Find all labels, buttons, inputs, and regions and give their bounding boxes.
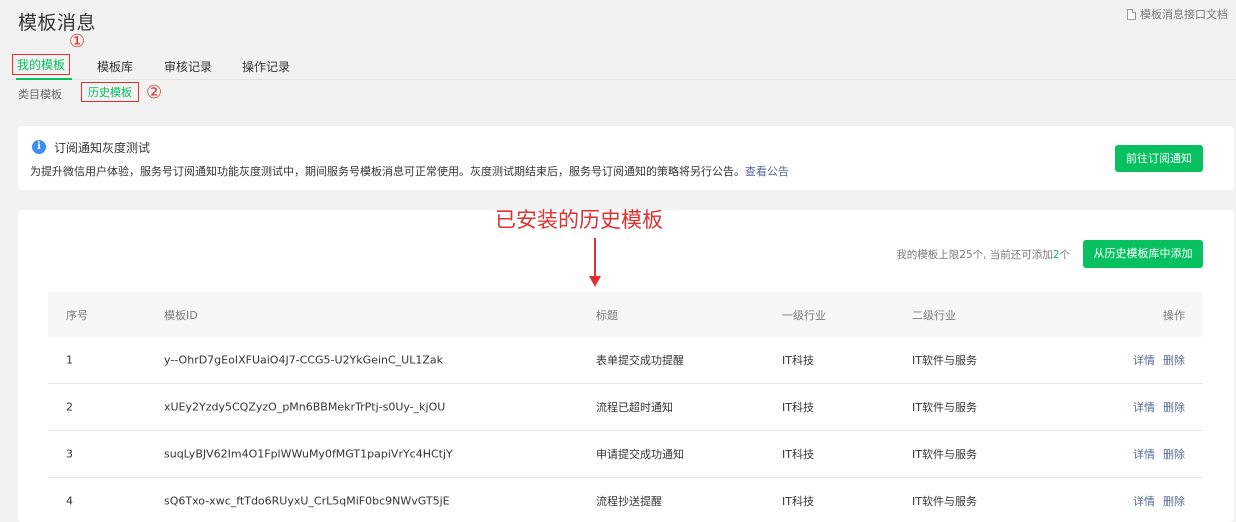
notice-title: 订阅通知灰度测试 — [54, 141, 151, 155]
tab-operation-records[interactable]: 操作记录 — [242, 58, 290, 75]
detail-link[interactable]: 详情 — [1133, 495, 1155, 508]
templates-table: 序号 模板ID 标题 一级行业 二级行业 操作 1 y--OhrD7gEoIXFU… — [48, 292, 1203, 522]
delete-link[interactable]: 删除 — [1163, 448, 1185, 461]
row-template-id: y--OhrD7gEoIXFUaiO4J7-CCG5-U2YkGeinC_UL1… — [164, 353, 443, 367]
template-limit-text: 我的模板上限25个, 当前还可添加2个 — [896, 249, 1070, 261]
row-title: 流程抄送提醒 — [596, 495, 662, 508]
row-operations: 详情 删除 — [1125, 352, 1185, 368]
row-title: 表单提交成功提醒 — [596, 354, 684, 367]
row-industry-1: IT科技 — [782, 354, 814, 367]
row-industry-1: IT科技 — [782, 495, 814, 508]
header-industry-1: 一级行业 — [782, 308, 826, 322]
detail-link[interactable]: 详情 — [1133, 401, 1155, 414]
active-tab-underline — [16, 78, 72, 80]
table-header: 序号 模板ID 标题 一级行业 二级行业 操作 — [48, 292, 1203, 337]
tab-my-templates[interactable]: 我的模板 — [12, 54, 71, 75]
header-operation: 操作 — [1163, 308, 1185, 322]
detail-link[interactable]: 详情 — [1133, 448, 1155, 461]
row-template-id: xUEy2Yzdy5CQZyzO_pMn6BBMekrTrPtj-s0Uy-_k… — [164, 400, 446, 414]
row-template-id: suqLyBJV62Im4O1FplWWuMy0fMGT1papiVrYc4HC… — [164, 447, 453, 461]
table-row: 3 suqLyBJV62Im4O1FplWWuMy0fMGT1papiVrYc4H… — [48, 431, 1203, 478]
row-number: 1 — [66, 353, 73, 367]
main-tabs: 我的模板 模板库 审核记录 操作记录 — [10, 52, 1236, 80]
row-template-id: sQ6Txo-xwc_ftTdo6RUyxU_CrL5qMiF0bc9NWvGT… — [164, 494, 450, 508]
subtab-history-templates[interactable]: 历史模板 — [81, 82, 139, 102]
row-number: 3 — [66, 447, 73, 461]
annotation-arrow-head — [589, 276, 601, 287]
go-subscribe-button[interactable]: 前往订阅通知 — [1115, 145, 1203, 172]
table-row: 1 y--OhrD7gEoIXFUaiO4J7-CCG5-U2YkGeinC_UL… — [48, 337, 1203, 384]
annotation-text: 已安装的历史模板 — [495, 208, 663, 232]
row-operations: 详情 删除 — [1125, 446, 1185, 462]
notice-description: 为提升微信用户体验，服务号订阅通知功能灰度测试中，期间服务号模板消息可正常使用。… — [30, 163, 789, 179]
doc-link[interactable]: 模板消息接口文档 — [1127, 6, 1228, 22]
delete-link[interactable]: 删除 — [1163, 354, 1185, 367]
notice-desc-text: 为提升微信用户体验，服务号订阅通知功能灰度测试中，期间服务号模板消息可正常使用。… — [30, 165, 745, 178]
row-operations: 详情 删除 — [1125, 399, 1185, 415]
row-operations: 详情 删除 — [1125, 493, 1185, 509]
table-row: 4 sQ6Txo-xwc_ftTdo6RUyxU_CrL5qMiF0bc9NWvG… — [48, 478, 1203, 522]
tab-template-library[interactable]: 模板库 — [97, 58, 133, 75]
row-industry-2: IT软件与服务 — [912, 401, 977, 414]
header-industry-2: 二级行业 — [912, 308, 956, 322]
header-template-id: 模板ID — [164, 308, 198, 322]
table-row: 2 xUEy2Yzdy5CQZyzO_pMn6BBMekrTrPtj-s0Uy-_… — [48, 384, 1203, 431]
annotation-arrow — [594, 238, 596, 278]
notice-banner: i 订阅通知灰度测试 为提升微信用户体验，服务号订阅通知功能灰度测试中，期间服务… — [18, 126, 1234, 190]
header-title: 标题 — [596, 308, 618, 322]
subtab-category-templates[interactable]: 类目模板 — [18, 86, 62, 102]
notice-link[interactable]: 查看公告 — [745, 165, 789, 178]
doc-link-label: 模板消息接口文档 — [1140, 8, 1228, 21]
detail-link[interactable]: 详情 — [1133, 354, 1155, 367]
row-industry-2: IT软件与服务 — [912, 495, 977, 508]
document-icon — [1127, 8, 1136, 20]
row-industry-1: IT科技 — [782, 448, 814, 461]
header-no: 序号 — [66, 308, 88, 322]
marker-1: ① — [69, 31, 86, 52]
row-industry-1: IT科技 — [782, 401, 814, 414]
delete-link[interactable]: 删除 — [1163, 495, 1185, 508]
row-number: 2 — [66, 400, 73, 414]
info-icon: i — [32, 140, 46, 154]
row-title: 申请提交成功通知 — [596, 448, 684, 461]
add-from-history-button[interactable]: 从历史模板库中添加 — [1083, 240, 1203, 268]
row-title: 流程已超时通知 — [596, 401, 673, 414]
row-industry-2: IT软件与服务 — [912, 354, 977, 367]
row-industry-2: IT软件与服务 — [912, 448, 977, 461]
marker-2: ② — [146, 82, 163, 103]
delete-link[interactable]: 删除 — [1163, 401, 1185, 414]
tab-review-records[interactable]: 审核记录 — [164, 58, 212, 75]
row-number: 4 — [66, 494, 73, 508]
